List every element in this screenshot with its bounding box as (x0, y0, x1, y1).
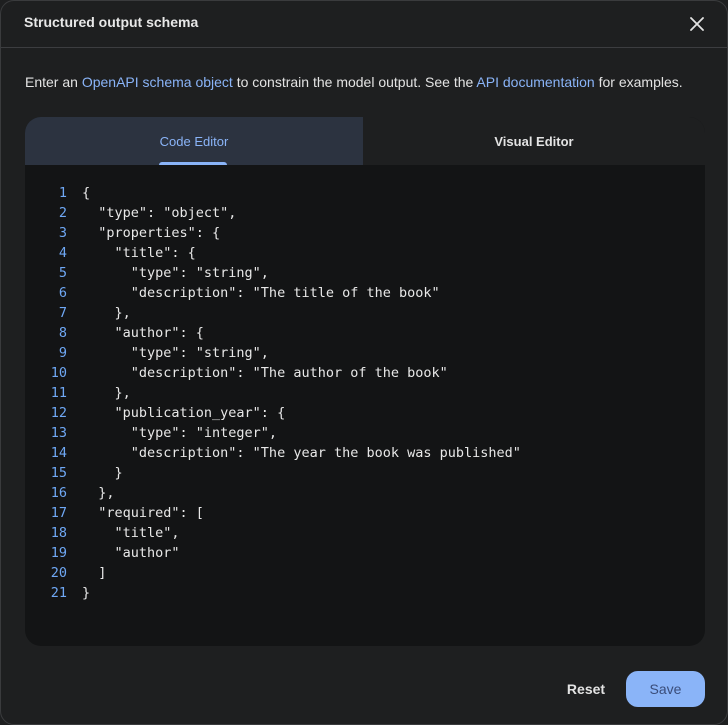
code-text[interactable]: }, (67, 483, 114, 503)
code-line[interactable]: 19 "author" (25, 543, 705, 563)
line-number: 6 (58, 285, 67, 301)
line-number: 17 (50, 505, 67, 521)
description-text-1: Enter an (25, 74, 82, 90)
code-line[interactable]: 11 }, (25, 383, 705, 403)
code-text[interactable]: "properties": { (67, 223, 220, 243)
code-line[interactable]: 9 "type": "string", (25, 343, 705, 363)
code-text[interactable]: "type": "integer", (67, 423, 277, 443)
code-line[interactable]: 7 }, (25, 303, 705, 323)
code-text[interactable]: }, (67, 383, 131, 403)
dialog-title: Structured output schema (24, 14, 199, 30)
dialog-description: Enter an OpenAPI schema object to constr… (25, 74, 683, 90)
code-line[interactable]: 6 "description": "The title of the book" (25, 283, 705, 303)
code-text[interactable]: } (67, 583, 90, 603)
line-number: 13 (50, 425, 67, 441)
tab-code-editor-label: Code Editor (159, 133, 229, 149)
line-number: 8 (58, 325, 67, 341)
code-line[interactable]: 15 } (25, 463, 705, 483)
code-line[interactable]: 8 "author": { (25, 323, 705, 343)
code-line[interactable]: 14 "description": "The year the book was… (25, 443, 705, 463)
line-number: 18 (50, 525, 67, 541)
code-text[interactable]: "required": [ (67, 503, 204, 523)
code-text[interactable]: "type": "string", (67, 343, 269, 363)
code-text[interactable]: "title": { (67, 243, 196, 263)
code-text[interactable]: ] (67, 563, 106, 583)
code-text[interactable]: } (67, 463, 123, 483)
line-number: 20 (50, 565, 67, 581)
schema-dialog: Structured output schema Enter an OpenAP… (0, 0, 728, 725)
line-number: 11 (50, 385, 67, 401)
line-number: 12 (50, 405, 67, 421)
line-number: 15 (50, 465, 67, 481)
code-text[interactable]: "description": "The year the book was pu… (67, 443, 521, 463)
reset-button[interactable]: Reset (556, 671, 616, 707)
tab-code-editor[interactable]: Code Editor (25, 117, 363, 165)
code-line[interactable]: 16 }, (25, 483, 705, 503)
active-tab-indicator (159, 162, 227, 165)
close-button[interactable] (683, 10, 711, 38)
line-number: 16 (50, 485, 67, 501)
code-area[interactable]: 1{2 "type": "object", 3 "properties": {4 … (25, 183, 705, 603)
api-documentation-link[interactable]: API documentation (476, 74, 594, 90)
code-line[interactable]: 13 "type": "integer", (25, 423, 705, 443)
line-number: 2 (58, 205, 67, 221)
code-line[interactable]: 2 "type": "object", (25, 203, 705, 223)
code-line[interactable]: 4 "title": { (25, 243, 705, 263)
line-number: 10 (50, 365, 67, 381)
save-button[interactable]: Save (626, 671, 705, 707)
schema-editor: Code Editor Visual Editor 1{2 "type": "o… (25, 117, 705, 646)
close-icon (690, 17, 704, 31)
code-text[interactable]: "description": "The author of the book" (67, 363, 448, 383)
tab-visual-editor[interactable]: Visual Editor (363, 117, 705, 165)
code-text[interactable]: }, (67, 303, 131, 323)
code-line[interactable]: 5 "type": "string", (25, 263, 705, 283)
code-text[interactable]: "title", (67, 523, 180, 543)
line-number: 19 (50, 545, 67, 561)
line-number: 7 (58, 305, 67, 321)
code-text[interactable]: { (67, 183, 90, 203)
line-number: 5 (58, 265, 67, 281)
code-text[interactable]: "description": "The title of the book" (67, 283, 440, 303)
code-line[interactable]: 18 "title", (25, 523, 705, 543)
code-line[interactable]: 3 "properties": { (25, 223, 705, 243)
line-number: 3 (58, 225, 67, 241)
openapi-schema-link[interactable]: OpenAPI schema object (82, 74, 233, 90)
code-line[interactable]: 1{ (25, 183, 705, 203)
description-text-2: to constrain the model output. See the (232, 74, 477, 90)
code-line[interactable]: 10 "description": "The author of the boo… (25, 363, 705, 383)
code-line[interactable]: 12 "publication_year": { (25, 403, 705, 423)
line-number: 1 (58, 185, 67, 201)
tab-visual-editor-label: Visual Editor (494, 133, 574, 149)
code-line[interactable]: 21} (25, 583, 705, 603)
code-text[interactable]: "author" (67, 543, 180, 563)
code-text[interactable]: "type": "string", (67, 263, 269, 283)
code-text[interactable]: "publication_year": { (67, 403, 286, 423)
line-number: 9 (58, 345, 67, 361)
code-line[interactable]: 17 "required": [ (25, 503, 705, 523)
code-line[interactable]: 20 ] (25, 563, 705, 583)
editor-tabs: Code Editor Visual Editor (25, 117, 705, 165)
line-number: 4 (58, 245, 67, 261)
line-number: 21 (50, 585, 67, 601)
dialog-header: Structured output schema (1, 1, 727, 48)
code-text[interactable]: "author": { (67, 323, 204, 343)
line-number: 14 (50, 445, 67, 461)
description-text-3: for examples. (594, 74, 683, 90)
code-text[interactable]: "type": "object", (67, 203, 236, 223)
